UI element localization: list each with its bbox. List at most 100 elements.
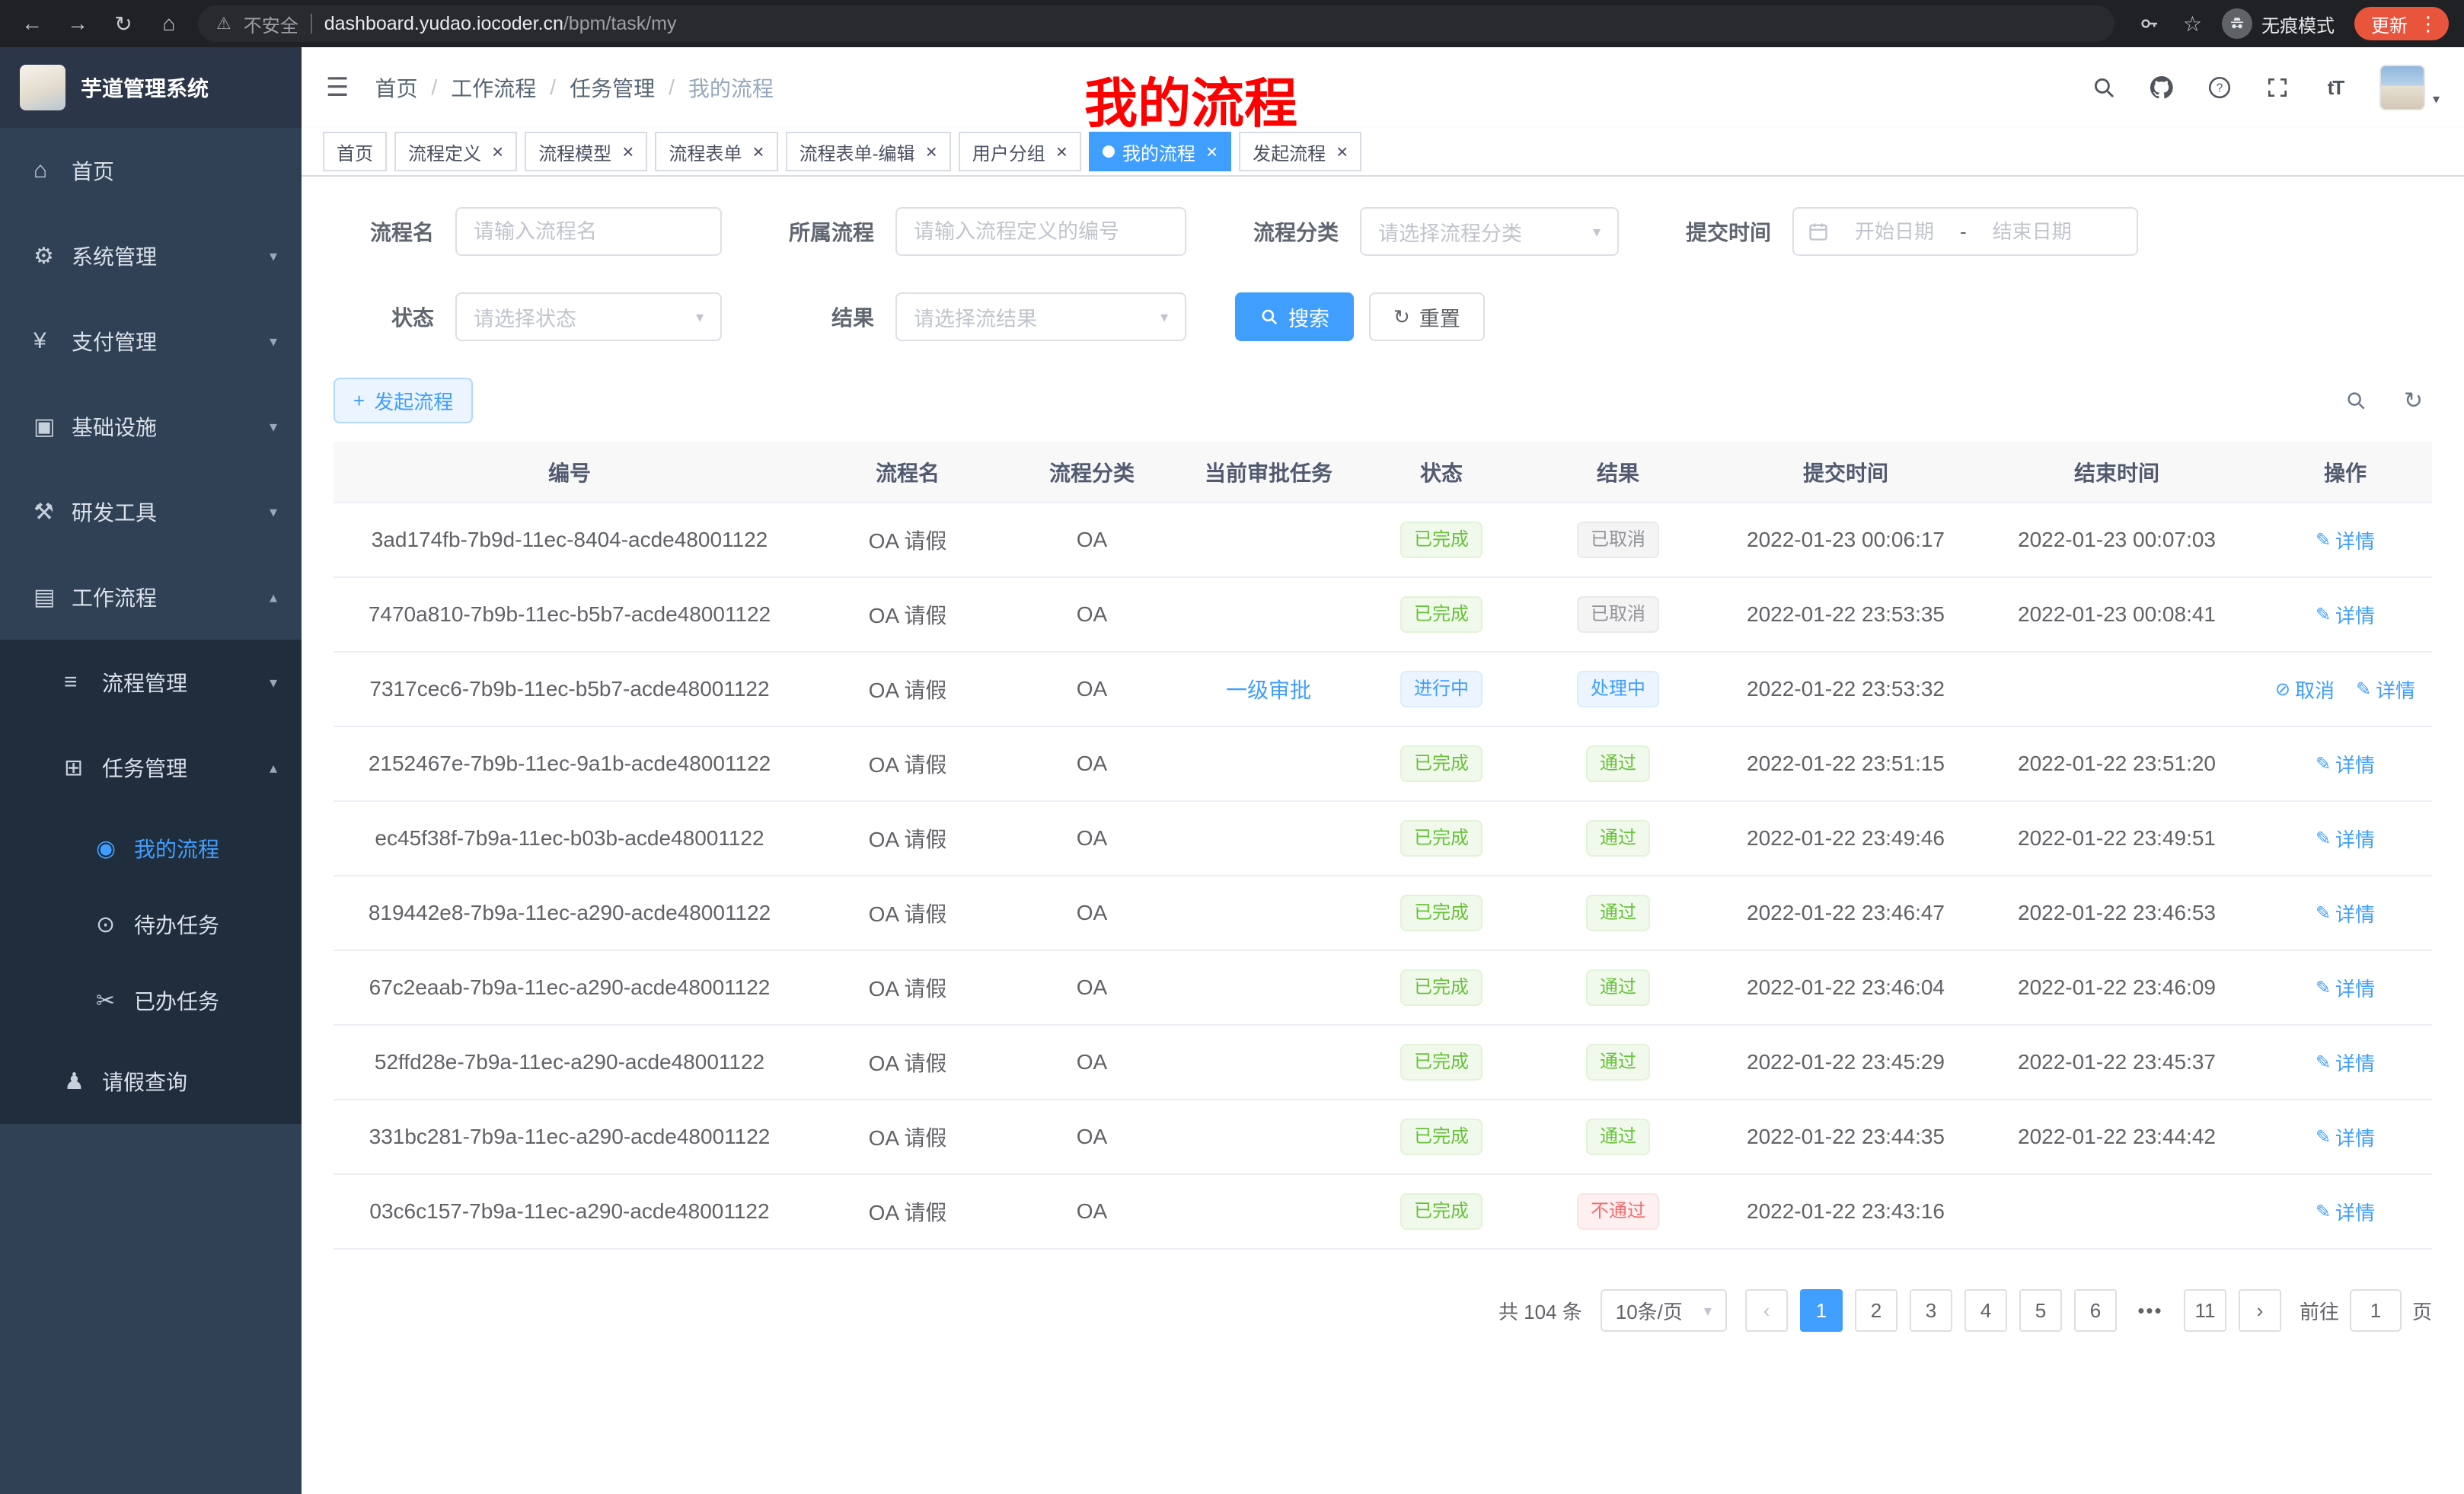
detail-link[interactable]: ✎详情	[2356, 675, 2415, 704]
forward-icon[interactable]: →	[61, 11, 94, 36]
tab-process-form[interactable]: 流程表单×	[655, 132, 777, 171]
sidebar-item-label: 任务管理	[102, 752, 270, 783]
fullscreen-icon[interactable]	[2264, 74, 2291, 101]
process-name-input[interactable]	[474, 220, 704, 244]
prev-page-button[interactable]: ‹	[1745, 1289, 1788, 1332]
detail-link[interactable]: ✎详情	[2316, 825, 2375, 853]
search-button[interactable]: 搜索	[1235, 292, 1354, 341]
user-avatar[interactable]	[2379, 65, 2425, 110]
address-bar[interactable]: ⚠ 不安全 dashboard.yudao.iocoder.cn/bpm/tas…	[198, 5, 2115, 42]
page-button-2[interactable]: 2	[1855, 1289, 1897, 1332]
browser-home-icon[interactable]: ⌂	[152, 11, 186, 36]
end-time-cell	[1975, 1174, 2258, 1249]
page-button-1[interactable]: 1	[1800, 1289, 1843, 1332]
start-date-input[interactable]	[1837, 220, 1952, 244]
user-menu[interactable]: ▾	[2379, 65, 2440, 110]
close-icon[interactable]: ×	[1206, 142, 1218, 161]
search-button-label: 搜索	[1288, 302, 1329, 332]
total-count: 共 104 条	[1499, 1297, 1582, 1325]
help-icon[interactable]: ?	[2206, 74, 2233, 101]
sidebar-item-process-manage[interactable]: ≡流程管理▾	[0, 640, 302, 725]
breadcrumb-home[interactable]: 首页	[375, 72, 417, 103]
page-size-select[interactable]: 10条/页 ▾	[1601, 1289, 1727, 1332]
reload-icon[interactable]: ↻	[107, 11, 140, 37]
sidebar-logo[interactable]: 芋道管理系统	[0, 47, 302, 128]
tab-home[interactable]: 首页	[323, 132, 387, 171]
status-select[interactable]: 请选择状态 ▾	[455, 292, 722, 341]
refresh-table-icon[interactable]: ↻	[2404, 388, 2423, 414]
close-icon[interactable]: ×	[492, 142, 503, 161]
kebab-menu-icon[interactable]: ⋮	[2418, 12, 2438, 36]
sidebar-toggle[interactable]: ☰	[326, 72, 349, 103]
end-date-input[interactable]	[1974, 220, 2090, 244]
detail-link[interactable]: ✎详情	[2316, 974, 2375, 1002]
tab-process-form-edit[interactable]: 流程表单-编辑×	[786, 132, 951, 171]
detail-link[interactable]: ✎详情	[2316, 1198, 2375, 1226]
tab-process-definition[interactable]: 流程定义×	[394, 132, 517, 171]
sidebar-item-todo-tasks[interactable]: ⊙待办任务	[0, 886, 302, 962]
page-button-4[interactable]: 4	[1964, 1289, 2007, 1332]
sidebar-item-leave-query[interactable]: ♟请假查询	[0, 1039, 302, 1124]
sidebar-item-task-manage[interactable]: ⊞任务管理▴	[0, 725, 302, 810]
submit-time-cell: 2022-01-22 23:53:35	[1716, 577, 1975, 652]
cancel-link[interactable]: ⊘取消	[2275, 675, 2335, 704]
close-icon[interactable]: ×	[622, 142, 634, 161]
sidebar-item-payment[interactable]: ¥支付管理▾	[0, 298, 302, 384]
category-select[interactable]: 请选择流程分类 ▾	[1360, 207, 1619, 256]
page-button-11[interactable]: 11	[2184, 1289, 2226, 1332]
next-page-button[interactable]: ›	[2239, 1289, 2281, 1332]
more-pages-button[interactable]: •••	[2129, 1289, 2172, 1332]
filter-result: 结果 请选择流结果 ▾	[755, 292, 1186, 341]
breadcrumb-workflow[interactable]: 工作流程	[451, 72, 536, 103]
font-size-icon[interactable]: tT	[2322, 74, 2349, 101]
actions-cell: ✎详情	[2258, 950, 2432, 1025]
search-icon[interactable]	[2090, 74, 2118, 101]
breadcrumb-separator: /	[550, 75, 556, 100]
task-link[interactable]: 一级审批	[1226, 678, 1311, 702]
detail-link[interactable]: ✎详情	[2316, 601, 2375, 629]
bookmark-star-icon[interactable]: ☆	[2183, 11, 2202, 37]
reset-button[interactable]: ↻ 重置	[1369, 292, 1485, 341]
chevron-down-icon: ▾	[270, 503, 277, 522]
close-icon[interactable]: ×	[1056, 142, 1068, 161]
back-icon[interactable]: ←	[15, 11, 49, 36]
sidebar-item-infrastructure[interactable]: ▣基础设施▾	[0, 384, 302, 469]
close-icon[interactable]: ×	[1336, 142, 1348, 161]
page-button-3[interactable]: 3	[1910, 1289, 1952, 1332]
breadcrumb-task-manage[interactable]: 任务管理	[570, 72, 655, 103]
key-icon[interactable]	[2136, 10, 2163, 37]
tab-user-group[interactable]: 用户分组×	[959, 132, 1081, 171]
update-button[interactable]: 更新 ⋮	[2354, 7, 2449, 40]
page-button-6[interactable]: 6	[2074, 1289, 2117, 1332]
pager: ‹ 123456 ••• 11 ›	[1745, 1289, 2281, 1332]
tab-label: 我的流程	[1122, 139, 1195, 165]
sidebar-item-workflow[interactable]: ▤工作流程▴	[0, 554, 302, 640]
page-button-5[interactable]: 5	[2019, 1289, 2062, 1332]
category-cell: OA	[1010, 876, 1174, 950]
tab-process-model[interactable]: 流程模型×	[525, 132, 647, 171]
category-cell: OA	[1010, 1100, 1174, 1174]
search-icon	[1259, 307, 1279, 327]
search-toggle-icon[interactable]	[2344, 389, 2367, 412]
date-range-picker[interactable]: -	[1792, 207, 2138, 256]
process-input[interactable]	[914, 220, 1168, 244]
close-icon[interactable]: ×	[752, 142, 764, 161]
row-id-cell: 819442e8-7b9a-11ec-a290-acde48001122	[334, 876, 806, 950]
detail-link[interactable]: ✎详情	[2316, 899, 2375, 927]
sidebar-item-devtools[interactable]: ⚒研发工具▾	[0, 469, 302, 554]
close-icon[interactable]: ×	[926, 142, 937, 161]
submit-time-cell: 2022-01-22 23:43:16	[1716, 1174, 1975, 1249]
detail-link[interactable]: ✎详情	[2316, 750, 2375, 778]
github-icon[interactable]	[2148, 74, 2175, 101]
sidebar-item-home[interactable]: ⌂首页	[0, 128, 302, 213]
sidebar-item-system[interactable]: ⚙系统管理▾	[0, 213, 302, 298]
sidebar-item-done-tasks[interactable]: ✂已办任务	[0, 962, 302, 1039]
result-select[interactable]: 请选择流结果 ▾	[895, 292, 1186, 341]
page-content: 流程名 所属流程 流程分类 请选择流程分类	[302, 177, 2464, 1494]
sidebar-item-my-process[interactable]: ◉我的流程	[0, 810, 302, 886]
detail-link[interactable]: ✎详情	[2316, 1123, 2375, 1151]
start-process-button[interactable]: + 发起流程	[334, 378, 473, 423]
detail-link[interactable]: ✎详情	[2316, 1049, 2375, 1077]
detail-link[interactable]: ✎详情	[2316, 526, 2375, 554]
goto-page-input[interactable]	[2350, 1289, 2402, 1332]
